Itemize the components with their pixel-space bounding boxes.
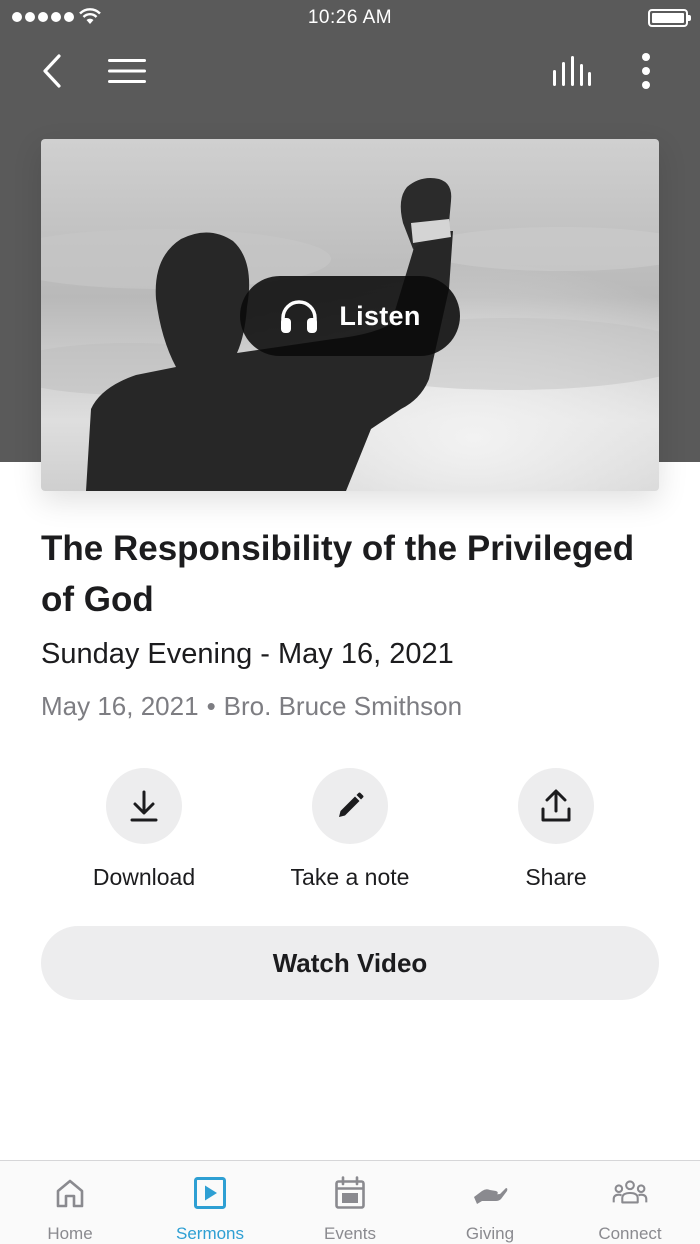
hamburger-icon <box>108 59 146 83</box>
tab-bar: Home Sermons Events Giving Connect <box>0 1160 700 1244</box>
sermon-subtitle: Sunday Evening - May 16, 2021 <box>41 638 454 670</box>
sermon-artwork: Listen <box>41 139 659 491</box>
tab-giving[interactable]: Giving <box>420 1161 560 1244</box>
download-icon <box>130 790 158 822</box>
download-button[interactable]: Download <box>44 768 244 891</box>
tab-connect[interactable]: Connect <box>560 1161 700 1244</box>
tab-giving-label: Giving <box>465 1224 515 1243</box>
back-button[interactable] <box>28 48 76 94</box>
sermon-meta: May 16, 2021 • Bro. Bruce Smithson <box>41 691 462 722</box>
more-options-button[interactable] <box>622 48 670 94</box>
equalizer-icon <box>553 56 591 86</box>
watch-video-button[interactable]: Watch Video <box>41 926 659 1000</box>
battery-icon <box>648 9 691 27</box>
tab-events[interactable]: Events <box>280 1161 420 1244</box>
download-label: Download <box>92 864 196 890</box>
home-icon <box>56 1179 84 1207</box>
sermon-speaker: Bro. Bruce Smithson <box>223 691 463 721</box>
share-button[interactable]: Share <box>456 768 656 891</box>
headphones-icon <box>281 300 318 333</box>
take-note-label: Take a note <box>290 864 410 890</box>
menu-button[interactable] <box>103 48 151 94</box>
share-label: Share <box>525 864 587 890</box>
meta-separator: • <box>206 691 216 721</box>
tab-connect-label: Connect <box>598 1224 662 1243</box>
tab-home[interactable]: Home <box>0 1161 140 1244</box>
sermon-title: The Responsibility of the Privileged of … <box>41 529 635 619</box>
calendar-icon <box>335 1175 365 1209</box>
take-note-button[interactable]: Take a note <box>250 768 450 891</box>
sermon-date: May 16, 2021 <box>41 691 199 721</box>
more-vertical-icon <box>642 53 650 89</box>
tab-home-label: Home <box>47 1224 93 1243</box>
pencil-icon <box>339 792 364 817</box>
status-time: 10:26 AM <box>307 7 393 28</box>
status-bar: 10:26 AM <box>0 0 700 36</box>
listen-button[interactable]: Listen <box>240 276 460 356</box>
hand-icon <box>474 1187 508 1204</box>
tab-events-label: Events <box>324 1224 376 1243</box>
tab-sermons-label: Sermons <box>175 1224 245 1243</box>
audio-player-button[interactable] <box>548 48 596 94</box>
play-square-icon <box>194 1176 226 1209</box>
listen-label: Listen <box>339 300 421 331</box>
share-icon <box>541 789 571 822</box>
chevron-left-icon <box>43 54 61 88</box>
people-icon <box>612 1179 648 1203</box>
tab-sermons[interactable]: Sermons <box>140 1161 280 1244</box>
